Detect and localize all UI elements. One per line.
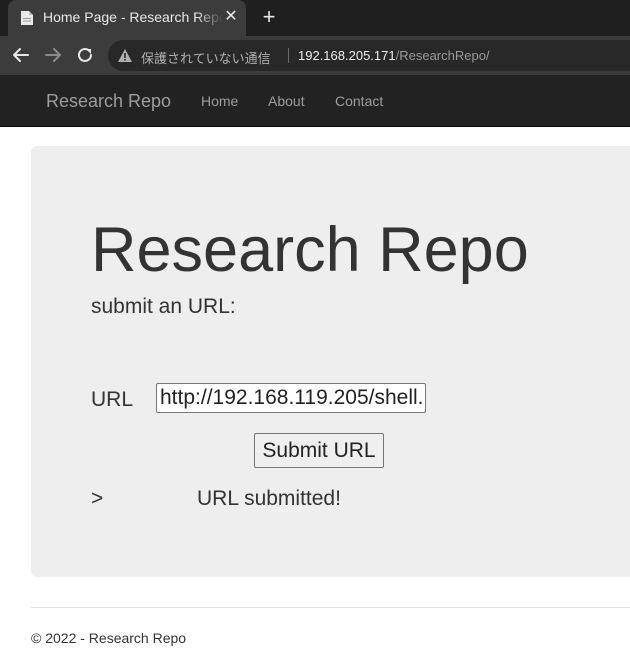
arrow-right-icon[interactable] — [42, 44, 64, 66]
address-bar[interactable]: 保護されていない通信 192.168.205.171/ResearchRepo/ — [108, 40, 630, 71]
page-favicon-icon — [20, 10, 34, 26]
submit-url-button[interactable]: Submit URL — [254, 433, 384, 468]
nav-link-contact[interactable]: Contact — [335, 93, 383, 109]
nav-link-about[interactable]: About — [268, 93, 305, 109]
browser-tabstrip: Home Page - Research Repo ✕ + — [0, 0, 630, 36]
nav-link-home[interactable]: Home — [201, 93, 238, 109]
result-message: URL submitted! — [197, 487, 341, 510]
address-url[interactable]: 192.168.205.171/ResearchRepo/ — [298, 48, 490, 63]
navbar-brand[interactable]: Research Repo — [46, 91, 171, 112]
page-subtitle: submit an URL: — [91, 295, 236, 318]
reload-icon[interactable] — [74, 44, 96, 66]
jumbotron: Research Repo submit an URL: URL Submit … — [31, 146, 630, 577]
address-separator — [288, 48, 289, 63]
footer-divider — [31, 607, 630, 608]
url-host: 192.168.205.171 — [298, 48, 396, 63]
url-field-label: URL — [91, 388, 134, 411]
tab-title: Home Page - Research Repo — [43, 9, 223, 25]
plus-icon[interactable]: + — [258, 6, 280, 28]
browser-toolbar: 保護されていない通信 192.168.205.171/ResearchRepo/ — [0, 36, 630, 75]
security-status-text[interactable]: 保護されていない通信 — [141, 48, 271, 67]
page-title: Research Repo — [91, 215, 529, 285]
close-icon[interactable]: ✕ — [222, 8, 240, 26]
arrow-left-icon[interactable] — [10, 44, 32, 66]
result-prompt: > — [91, 487, 104, 510]
footer-copyright: © 2022 - Research Repo — [31, 630, 187, 646]
url-path: /ResearchRepo/ — [395, 48, 490, 63]
browser-tab[interactable]: Home Page - Research Repo ✕ — [8, 0, 246, 36]
warning-triangle-icon[interactable] — [117, 48, 133, 63]
url-input[interactable] — [156, 383, 426, 413]
site-navbar: Research Repo Home About Contact — [0, 75, 630, 127]
